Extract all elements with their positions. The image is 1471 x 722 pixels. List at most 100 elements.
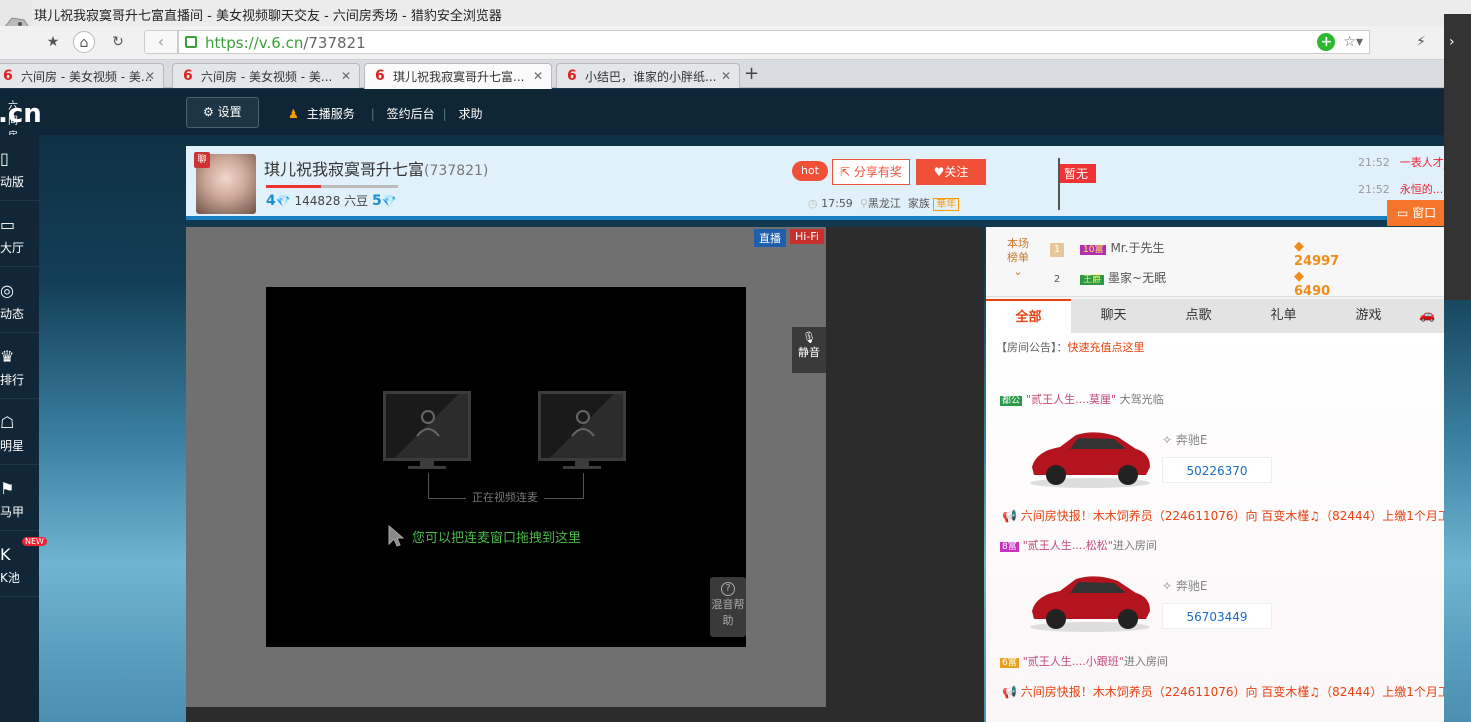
star-icon: ☖ bbox=[0, 413, 15, 432]
chevron-right-icon[interactable]: › bbox=[1449, 34, 1455, 50]
floating-side-panel[interactable]: › bbox=[1444, 14, 1471, 300]
tab-chat[interactable]: 聊天 bbox=[1071, 299, 1156, 333]
six-icon: 6 bbox=[375, 68, 385, 84]
recharge-link[interactable]: 快速充值点这里 bbox=[1068, 341, 1145, 354]
share-button[interactable]: ⇱ 分享有奖 bbox=[832, 159, 910, 185]
close-icon[interactable]: ✕ bbox=[145, 69, 155, 83]
room-meta: ◷ 17:59 ⚲黑龙江 家族 華年 bbox=[808, 195, 960, 211]
left-sidebar: ▯ 动版 ▭ 大厅 ◎ 动态 ♛ 排行 ☖ 明星 ⚑ 马甲 NEW K K池 bbox=[0, 135, 47, 722]
flag-text: 暂无 bbox=[1060, 164, 1097, 183]
sidebar-item-rank[interactable]: ♛ 排行 bbox=[0, 333, 39, 399]
host-service-link[interactable]: ♟ 主播服务 bbox=[288, 107, 363, 121]
avatar[interactable]: 聊 bbox=[194, 152, 256, 214]
car-number: 56703449 bbox=[1162, 603, 1272, 629]
tab-3[interactable]: 6 琪儿祝我寂寞哥升七富... ✕ bbox=[364, 63, 552, 89]
back-button[interactable]: ‹ bbox=[144, 30, 178, 54]
six-icon: 6 bbox=[183, 68, 193, 84]
diamond-icon: 💎 bbox=[275, 194, 291, 208]
clock-icon: ◷ bbox=[808, 197, 818, 210]
car-image bbox=[1030, 576, 1150, 632]
rank-title[interactable]: 本场榜单 ⌄ bbox=[1006, 237, 1030, 279]
url-text: https://v.6.cn/737821 bbox=[205, 34, 366, 52]
sidebar-item-pk[interactable]: NEW K K池 bbox=[0, 531, 47, 597]
monitor-icon: ▭ bbox=[1397, 206, 1413, 220]
megaphone-icon: 📢 bbox=[1002, 509, 1017, 523]
crown-icon: ♛ bbox=[0, 347, 15, 366]
lightning-icon[interactable]: ⚡ bbox=[1410, 31, 1432, 53]
star-icon[interactable]: ★ bbox=[42, 31, 64, 53]
help-link[interactable]: 求助 bbox=[459, 107, 483, 121]
mix-help-button[interactable]: ? 混音帮助 bbox=[710, 577, 746, 637]
rank-row[interactable]: 1 10富 Mr.于先生 ◆ 24997 bbox=[1050, 239, 1339, 269]
heart-icon: ♥ bbox=[933, 165, 945, 179]
favorite-star-icon[interactable]: ☆▾ bbox=[1343, 34, 1363, 50]
sidebar-item-star[interactable]: ☖ 明星 bbox=[0, 399, 39, 465]
share-icon: ⇱ bbox=[840, 165, 854, 179]
car-brand: ✧ 奔驰E bbox=[1162, 433, 1208, 447]
room-notice: 【房间公告】：快速充值点这里 bbox=[996, 341, 1145, 354]
drag-hint: 您可以把连麦窗口拖拽到这里 bbox=[412, 531, 582, 546]
six-icon: 6 bbox=[567, 68, 577, 84]
settings-button[interactable]: ⚙ 设置 bbox=[186, 97, 259, 128]
tab-1[interactable]: 6 六间房 - 美女视频 - 美... ✕ bbox=[0, 63, 164, 88]
chat-message: 6富 "贰王人生....小跟班"进入房间 bbox=[1000, 655, 1168, 668]
close-icon[interactable]: ✕ bbox=[533, 69, 543, 83]
chat-message: 都公 "贰王人生....莫厘" 大驾光临 bbox=[1000, 393, 1164, 406]
tab-song[interactable]: 点歌 bbox=[1156, 299, 1241, 333]
browser-toolbar: ★ ⌂ ↻ ‹ https://v.6.cn/737821 + ☆▾ ⚡ › bbox=[0, 26, 1471, 60]
sidebar-item-hall[interactable]: ▭ 大厅 bbox=[0, 201, 39, 267]
car-number: 50226370 bbox=[1162, 457, 1272, 483]
refresh-icon[interactable]: ↻ bbox=[107, 31, 129, 53]
window-titlebar: 琪儿祝我寂寞哥升七富直播间 - 美女视频聊天交友 - 六间房秀场 - 猎豹安全浏… bbox=[0, 0, 1471, 26]
microphone-icon: 🎙 bbox=[802, 331, 816, 344]
follow-button[interactable]: ♥关注 bbox=[916, 159, 986, 185]
close-icon[interactable]: ✕ bbox=[721, 69, 731, 83]
sidebar-item-vest[interactable]: ⚑ 马甲 bbox=[0, 465, 39, 531]
contract-link[interactable]: 签约后台 bbox=[387, 107, 435, 121]
six-icon: 6 bbox=[3, 68, 13, 84]
monitor-icon bbox=[383, 391, 471, 469]
sidebar-item-mobile[interactable]: ▯ 动版 bbox=[0, 135, 39, 201]
cursor-icon bbox=[388, 525, 404, 547]
close-icon[interactable]: ✕ bbox=[341, 69, 351, 83]
shirt-icon: ⚑ bbox=[0, 479, 15, 498]
rank-board: 本场榜单 ⌄ 1 10富 Mr.于先生 ◆ 24997 2 王爵 墨家~无眠 ◆ 6490 bbox=[986, 227, 1444, 299]
mercedes-icon: ✧ bbox=[1162, 433, 1173, 447]
level-progress-fill bbox=[266, 185, 322, 188]
diamond-icon: 💎 bbox=[381, 194, 397, 208]
compass-icon: ◎ bbox=[0, 281, 14, 300]
page-content: 六间房 .cn ⚙ 设置 ♟主播服务| 签约后台| 求助 ▯动版 ▭大厅 ◎动态… bbox=[0, 89, 1471, 722]
video-area: 直播 Hi-Fi 正在视频连麦 您可以把连麦窗口拖拽到这里 ? 混音帮助 🎙 静音 bbox=[186, 227, 984, 722]
hifi-badge[interactable]: Hi-Fi bbox=[790, 229, 824, 244]
mercedes-icon: ✧ bbox=[1162, 579, 1173, 593]
tab-4[interactable]: 6 小结巴，谁家的小胖纸... ✕ bbox=[556, 63, 740, 88]
tv-icon: ▭ bbox=[0, 215, 16, 234]
chat-badge: 聊 bbox=[194, 152, 210, 168]
host-icon: ♟ bbox=[288, 107, 299, 121]
tab-2[interactable]: 6 六间房 - 美女视频 - 美... ✕ bbox=[172, 63, 360, 88]
live-badge: 直播 bbox=[754, 229, 786, 247]
hot-badge: hot bbox=[792, 161, 828, 181]
tab-gifts[interactable]: 礼单 bbox=[1241, 299, 1326, 333]
tab-games[interactable]: 游戏 bbox=[1326, 299, 1411, 333]
coin-icon: ◆ bbox=[1294, 269, 1304, 284]
tablet-icon: ▯ bbox=[0, 149, 9, 168]
gear-icon: ⚙ bbox=[203, 105, 218, 119]
security-shield-icon[interactable]: + bbox=[1317, 33, 1336, 51]
megaphone-icon: 📢 bbox=[1002, 685, 1017, 699]
coin-icon: ◆ bbox=[1294, 239, 1304, 254]
room-header: 聊 琪儿祝我寂寞哥升七富(737821) 4💎 144828 六豆 5💎 hot… bbox=[186, 146, 1471, 220]
nav-links: ♟ 主播服务 | 签约后台 | 求助 bbox=[288, 107, 483, 121]
sidebar-item-feed[interactable]: ◎ 动态 bbox=[0, 267, 39, 333]
tab-strip: 6 六间房 - 美女视频 - 美... ✕ 6 六间房 - 美女视频 - 美... ✕ … bbox=[0, 60, 1471, 89]
video-screen[interactable]: 正在视频连麦 您可以把连麦窗口拖拽到这里 ? 混音帮助 bbox=[266, 287, 746, 647]
car-icon[interactable]: 🚗 bbox=[1411, 299, 1444, 333]
mute-button[interactable]: 🎙 静音 bbox=[792, 327, 826, 373]
car-image bbox=[1030, 432, 1150, 488]
new-tab-button[interactable]: + bbox=[744, 63, 759, 84]
address-bar[interactable]: https://v.6.cn/737821 + ☆▾ bbox=[178, 30, 1370, 54]
home-icon[interactable]: ⌂ bbox=[73, 31, 95, 53]
rank-row[interactable]: 2 王爵 墨家~无眠 ◆ 6490 bbox=[1050, 269, 1330, 299]
broadcast-message: 📢 六间房快报！木木饲养员（224611076）向 百变木槿♫（82444）上缴… bbox=[1002, 685, 1444, 699]
tab-all[interactable]: 全部 bbox=[986, 299, 1071, 333]
